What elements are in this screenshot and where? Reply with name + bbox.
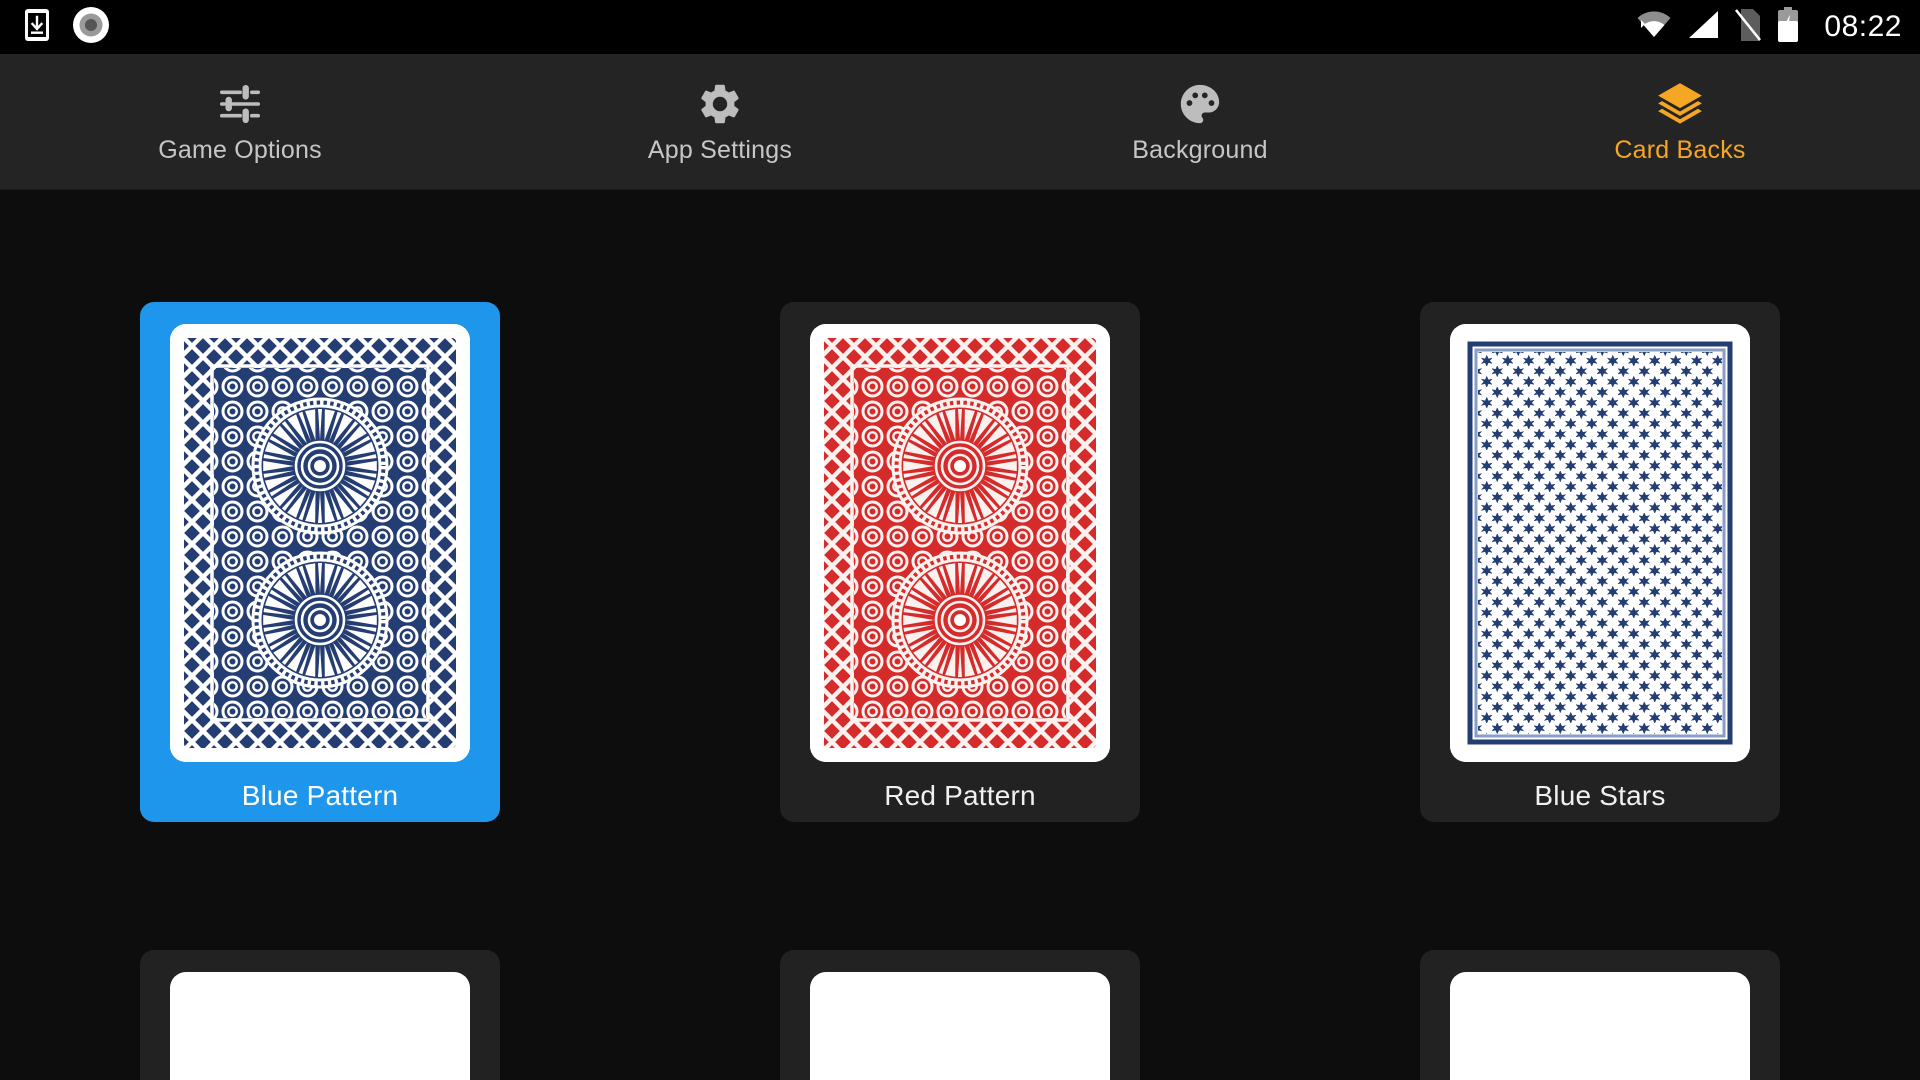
- battery-charging-icon: [1776, 6, 1800, 48]
- gear-icon: [694, 78, 746, 130]
- tab-label-card-backs: Card Backs: [1614, 136, 1746, 164]
- status-bar-right-icons: 08:22: [1636, 6, 1902, 48]
- layers-icon: [1654, 78, 1706, 130]
- settings-tab-bar: Game Options App Settings Background Car…: [0, 54, 1920, 190]
- card-art-row2-2: [810, 972, 1110, 1080]
- card-back-label-blue-pattern: Blue Pattern: [241, 780, 399, 811]
- screen-record-icon: [72, 6, 110, 49]
- download-icon: [24, 8, 50, 47]
- palette-icon: [1174, 78, 1226, 130]
- card-art-blue-stars: [1450, 324, 1750, 762]
- tab-background[interactable]: Background: [960, 54, 1440, 189]
- card-back-label-red-pattern: Red Pattern: [884, 780, 1036, 811]
- card-back-label-blue-stars: Blue Stars: [1534, 780, 1666, 811]
- tab-card-backs[interactable]: Card Backs: [1440, 54, 1920, 189]
- card-back-tile-blue-stars[interactable]: Blue Stars: [1420, 302, 1780, 822]
- status-clock: 08:22: [1824, 10, 1902, 43]
- card-back-tile-row2-1[interactable]: [140, 950, 500, 1080]
- card-back-tile-blue-pattern[interactable]: Blue Pattern: [140, 302, 500, 822]
- card-art-blue-pattern: [170, 324, 470, 762]
- cell-signal-icon: [1686, 10, 1720, 45]
- tab-label-app-settings: App Settings: [647, 136, 793, 164]
- status-bar-left-icons: [24, 6, 110, 49]
- tab-label-game-options: Game Options: [158, 136, 322, 164]
- card-back-tile-row2-2[interactable]: [780, 950, 1140, 1080]
- status-bar: 08:22: [0, 0, 1920, 54]
- card-art-red-pattern: [810, 324, 1110, 762]
- card-backs-content: Blue Pattern Red Pattern Blue Stars: [0, 191, 1920, 1080]
- tab-app-settings[interactable]: App Settings: [480, 54, 960, 189]
- wifi-icon: [1636, 10, 1672, 45]
- tune-sliders-icon: [214, 78, 266, 130]
- card-backs-grid: Blue Pattern Red Pattern Blue Stars: [0, 191, 1920, 1080]
- card-art-row2-1: [170, 972, 470, 1080]
- tab-label-background: Background: [1132, 136, 1268, 164]
- card-art-row2-3: [1450, 972, 1750, 1080]
- no-sim-icon: [1734, 8, 1762, 47]
- card-back-tile-red-pattern[interactable]: Red Pattern: [780, 302, 1140, 822]
- card-back-tile-row2-3[interactable]: [1420, 950, 1780, 1080]
- tab-game-options[interactable]: Game Options: [0, 54, 480, 189]
